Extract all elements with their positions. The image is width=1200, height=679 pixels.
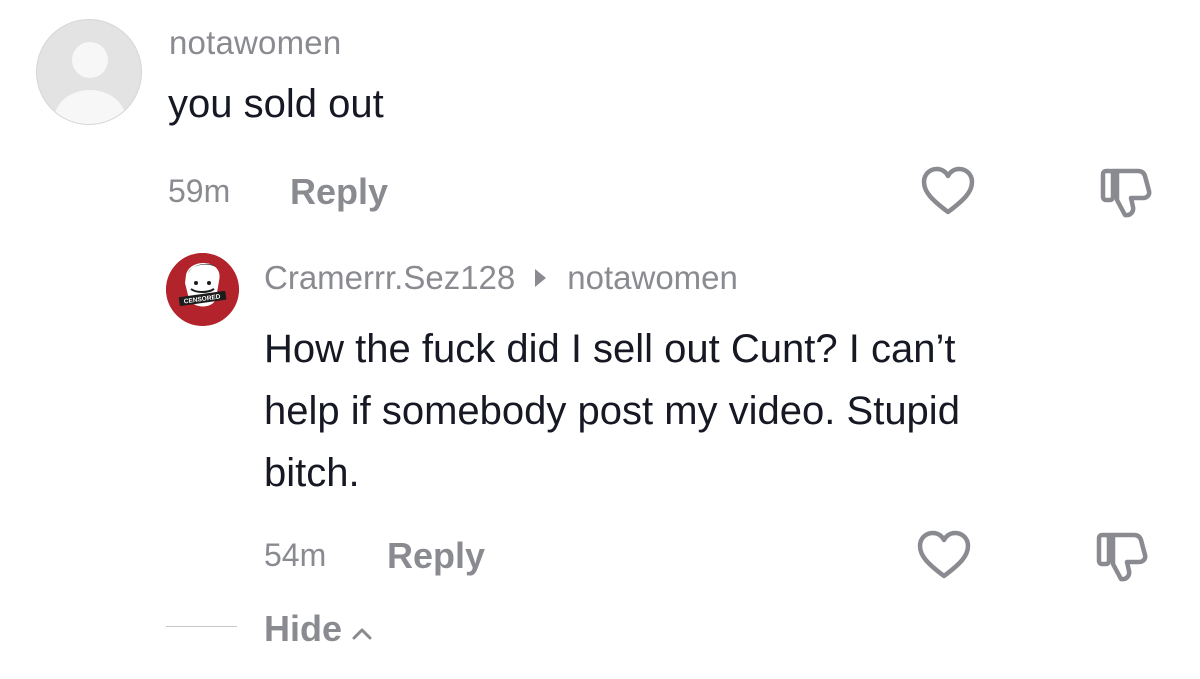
like-heart-icon[interactable] [916, 529, 972, 586]
reply-to-username[interactable]: notawomen [567, 259, 738, 297]
reply-text-line: bitch. [264, 451, 360, 495]
chevron-up-icon [350, 609, 374, 651]
reply-timestamp: 54m [264, 537, 327, 573]
reply-user-avatar[interactable]: CENSORED [166, 253, 239, 326]
like-heart-icon[interactable] [920, 165, 976, 222]
hide-label: Hide [264, 608, 343, 649]
user-avatar[interactable] [36, 19, 142, 125]
comment-username[interactable]: notawomen [169, 24, 341, 62]
avatar-head-shape [72, 42, 108, 78]
reply-text: How the fuck did I sell out Cunt? I can’… [264, 318, 1164, 504]
comment-thread: notawomen you sold out 59m Reply CENSORE… [0, 0, 1200, 679]
censored-face-avatar-icon: CENSORED [166, 253, 239, 326]
thread-divider [166, 626, 237, 627]
reply-header: Cramerrr.Sez128 notawomen [264, 259, 738, 297]
hide-replies-button[interactable]: Hide [264, 607, 374, 651]
avatar-body-shape [54, 90, 126, 124]
reply-button[interactable]: Reply [290, 171, 388, 213]
reply-text-line: help if somebody post my video. Stupid [264, 389, 960, 433]
reply-username[interactable]: Cramerrr.Sez128 [264, 259, 515, 297]
comment-text: you sold out [168, 82, 384, 126]
reply-button[interactable]: Reply [387, 535, 485, 577]
reply-text-line: How the fuck did I sell out Cunt? I can’… [264, 327, 956, 371]
dislike-thumbs-down-icon[interactable] [1094, 529, 1152, 590]
dislike-thumbs-down-icon[interactable] [1098, 165, 1156, 226]
reply-arrow-icon [535, 269, 547, 287]
comment-timestamp: 59m [168, 173, 231, 209]
